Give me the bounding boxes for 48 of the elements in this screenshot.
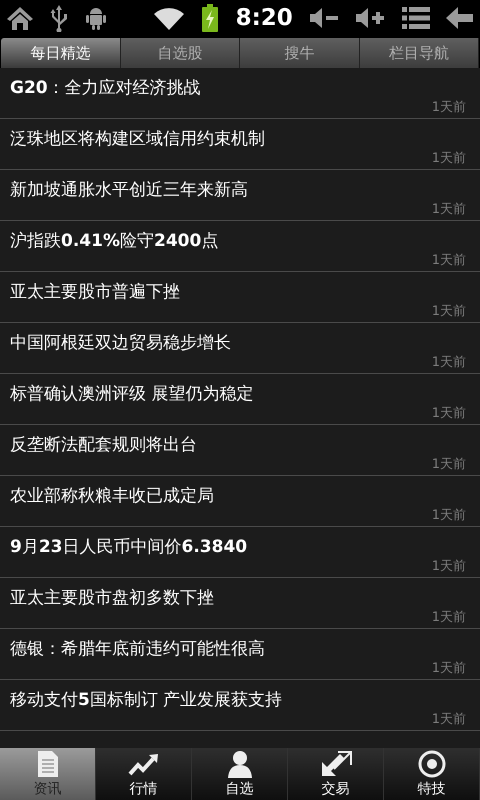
headline-link[interactable]: 农业部称秋粮丰收已成定局 [10, 485, 214, 507]
nav-tab[interactable]: 行情 [96, 748, 192, 800]
headline-link[interactable]: 标普确认澳洲评级 展望仍为稳定 [10, 383, 254, 405]
time-ago: 1天前 [432, 559, 466, 575]
battery-charging-icon [201, 4, 220, 32]
time-ago: 1天前 [432, 100, 466, 116]
usb-icon [50, 4, 68, 32]
volume-up-icon[interactable] [355, 6, 386, 30]
time-ago: 1天前 [432, 610, 466, 626]
headline-link[interactable]: 反垄断法配套规则将出台 [10, 434, 197, 456]
time-ago: 1天前 [432, 304, 466, 320]
wifi-icon [153, 5, 186, 31]
trend-line-icon [128, 752, 160, 778]
time-ago: 1天前 [432, 406, 466, 422]
headline-link[interactable]: 德银：希腊年底前违约可能性很高 [10, 638, 265, 660]
back-icon[interactable] [446, 6, 474, 30]
time-ago: 1天前 [432, 253, 466, 269]
document-icon [36, 750, 58, 778]
time-ago: 1天前 [432, 457, 466, 473]
volume-down-icon[interactable] [309, 6, 340, 30]
person-icon [226, 750, 252, 778]
nav-tab[interactable]: 特技 [384, 748, 480, 800]
tab[interactable]: 搜牛 [240, 38, 360, 68]
headline-link[interactable]: 中国阿根廷双边贸易稳步增长 [10, 332, 231, 354]
headline-link[interactable]: 亚太主要股市普遍下挫 [10, 281, 180, 303]
clock-time: 8:20 [236, 5, 293, 31]
target-icon [418, 750, 446, 778]
menu-icon[interactable] [402, 6, 430, 30]
nav-tab[interactable]: 交易 [288, 748, 384, 800]
headline-link[interactable]: 沪指跌0.41%险守2400点 [10, 230, 218, 252]
android-icon [84, 5, 107, 31]
tab[interactable]: 自选股 [120, 38, 240, 68]
headline-link[interactable]: 移动支付5国标制订 产业发展获支持 [10, 689, 282, 711]
headline-link[interactable]: 亚太主要股市盘初多数下挫 [10, 587, 214, 609]
time-ago: 1天前 [432, 661, 466, 677]
home-icon[interactable] [6, 5, 34, 31]
tab[interactable]: 每日精选 [1, 38, 120, 68]
nav-tab[interactable]: 自选 [192, 748, 288, 800]
time-ago: 1天前 [432, 355, 466, 371]
headline-link[interactable]: 泛珠地区将构建区域信用约束机制 [10, 128, 265, 150]
time-ago: 1天前 [432, 508, 466, 524]
time-ago: 1天前 [432, 712, 466, 728]
exchange-arrows-icon [320, 750, 352, 778]
headline-link[interactable]: G20：全力应对经济挑战 [10, 77, 201, 99]
time-ago: 1天前 [432, 202, 466, 218]
time-ago: 1天前 [432, 151, 466, 167]
headline-link[interactable]: 新加坡通胀水平创近三年来新高 [10, 179, 248, 201]
tab[interactable]: 栏目导航 [360, 38, 479, 68]
